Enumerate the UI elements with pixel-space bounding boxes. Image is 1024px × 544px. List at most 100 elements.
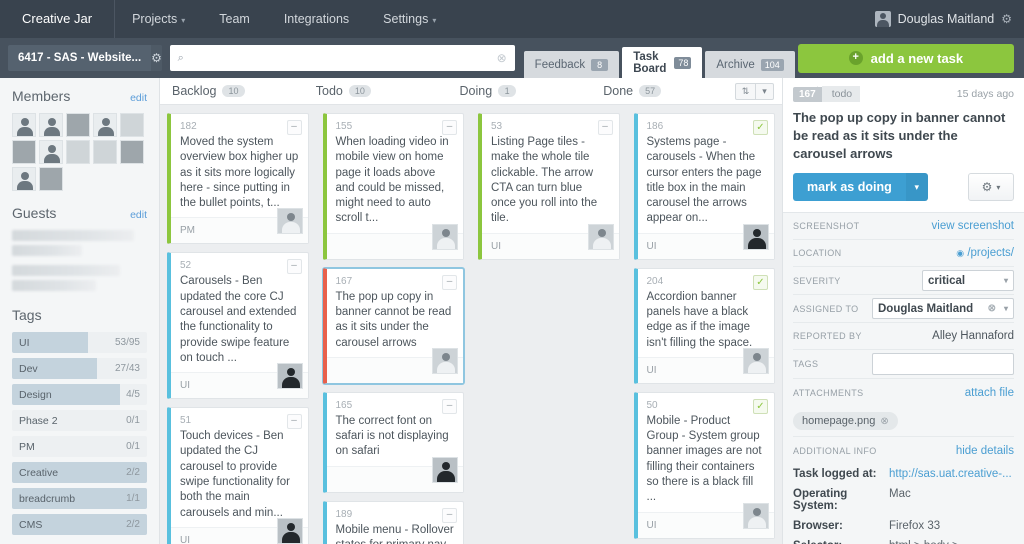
minimize-card-icon[interactable]: – <box>442 120 457 135</box>
tag-row[interactable]: Creative2/2 <box>12 462 147 483</box>
task-complete-check-icon[interactable]: ✓ <box>753 275 768 290</box>
column-doing[interactable]: 53Listing Page tiles - make the whole ti… <box>471 105 627 544</box>
gear-icon[interactable]: ⚙ <box>1001 0 1012 38</box>
member-avatar-grid <box>12 113 147 191</box>
task-complete-check-icon[interactable]: ✓ <box>753 399 768 414</box>
tab-feedback[interactable]: Feedback 8 <box>524 51 620 78</box>
project-selector[interactable]: 6417 - SAS - Website... ⚙ <box>8 45 162 71</box>
view-screenshot-link[interactable]: view screenshot <box>932 220 1014 232</box>
member-avatar[interactable] <box>39 113 63 137</box>
minimize-card-icon[interactable]: – <box>442 508 457 523</box>
task-card[interactable]: 182Moved the system overview box higher … <box>167 113 309 244</box>
guests-edit-link[interactable]: edit <box>130 209 147 221</box>
column-todo[interactable]: 155When loading video in mobile view on … <box>316 105 472 544</box>
nav-item-settings[interactable]: Settings▾ <box>366 0 453 38</box>
tag-row[interactable]: PM0/1 <box>12 436 147 457</box>
task-card[interactable]: 50Mobile - Product Group - System group … <box>634 392 776 539</box>
minimize-card-icon[interactable]: – <box>287 259 302 274</box>
sort-control[interactable]: ⇅ ▾ <box>735 83 774 100</box>
column-backlog[interactable]: 182Moved the system overview box higher … <box>160 105 316 544</box>
add-new-task-button[interactable]: + add a new task <box>798 44 1014 73</box>
task-card[interactable]: 51Touch devices - Ben updated the CJ car… <box>167 407 309 544</box>
guest-list-item[interactable] <box>12 230 147 256</box>
task-card-assignee-avatar[interactable] <box>743 503 769 529</box>
location-value-link[interactable]: ◉ /projects/ <box>956 247 1014 259</box>
clear-assignee-icon[interactable]: ⊗ <box>988 303 996 314</box>
severity-select[interactable]: critical ▾ <box>922 270 1014 291</box>
task-card[interactable]: 52Carousels - Ben updated the core CJ ca… <box>167 252 309 399</box>
task-complete-check-icon[interactable]: ✓ <box>753 120 768 135</box>
task-card-assignee-avatar[interactable] <box>432 457 458 483</box>
task-card-assignee-avatar[interactable] <box>432 348 458 374</box>
additional-info-value[interactable]: http://sas.uat.creative-... <box>889 468 1014 480</box>
mark-as-doing-button[interactable]: mark as doing <box>793 173 906 201</box>
brand-logo[interactable]: Creative Jar <box>0 0 115 38</box>
member-avatar[interactable] <box>39 167 63 191</box>
task-card-assignee-avatar[interactable] <box>743 348 769 374</box>
sort-dropdown-caret-icon[interactable]: ▾ <box>756 83 774 100</box>
sort-order-icon[interactable]: ⇅ <box>735 83 756 100</box>
tab-archive[interactable]: Archive 104 <box>705 51 794 78</box>
nav-item-team[interactable]: Team <box>202 0 267 38</box>
tags-input[interactable] <box>872 353 1014 375</box>
task-card-assignee-avatar[interactable] <box>277 518 303 544</box>
task-card[interactable]: 167The pop up copy in banner cannot be r… <box>323 268 465 384</box>
tag-row[interactable]: Dev27/43 <box>12 358 147 379</box>
minimize-card-icon[interactable]: – <box>442 399 457 414</box>
member-avatar[interactable] <box>12 113 36 137</box>
attachment-chip[interactable]: homepage.png ⊗ <box>793 412 898 430</box>
member-avatar[interactable] <box>66 113 90 137</box>
tag-row[interactable]: Design4/5 <box>12 384 147 405</box>
member-avatar[interactable] <box>120 113 144 137</box>
search-input[interactable] <box>184 51 497 65</box>
minimize-card-icon[interactable]: – <box>287 414 302 429</box>
task-card-assignee-avatar[interactable] <box>588 224 614 250</box>
task-card[interactable]: 189Mobile menu - Rollover states for pri… <box>323 501 465 544</box>
task-card[interactable]: 53Listing Page tiles - make the whole ti… <box>478 113 620 260</box>
guest-list-item[interactable] <box>12 265 147 291</box>
nav-item-integrations[interactable]: Integrations <box>267 0 366 38</box>
task-card[interactable]: 186Systems page - carousels - When the c… <box>634 113 776 260</box>
mark-as-doing-dropdown-caret-icon[interactable]: ▾ <box>906 173 928 201</box>
minimize-card-icon[interactable]: – <box>442 275 457 290</box>
hide-details-link[interactable]: hide details <box>956 445 1014 457</box>
nav-item-projects[interactable]: Projects▾ <box>115 0 202 38</box>
task-board: Backlog 10 Todo 10 Doing 1 Done 57 ⇅ ▾ 1… <box>160 78 782 544</box>
member-avatar[interactable] <box>93 113 117 137</box>
tag-row[interactable]: breadcrumb1/1 <box>12 488 147 509</box>
member-avatar[interactable] <box>66 140 90 164</box>
user-menu[interactable]: Douglas Maitland ⚙ <box>875 0 1012 38</box>
remove-attachment-icon[interactable]: ⊗ <box>880 416 888 427</box>
project-settings-gear-icon[interactable]: ⚙ <box>151 45 162 71</box>
column-done[interactable]: 186Systems page - carousels - When the c… <box>627 105 783 544</box>
attach-file-link[interactable]: attach file <box>965 387 1014 399</box>
minimize-card-icon[interactable]: – <box>598 120 613 135</box>
tab-feedback-label: Feedback <box>535 59 586 71</box>
task-card[interactable]: 204Accordion banner panels have a black … <box>634 268 776 384</box>
members-edit-link[interactable]: edit <box>130 92 147 104</box>
task-card-assignee-avatar[interactable] <box>743 224 769 250</box>
clear-search-icon[interactable]: ⊗ <box>497 51 507 65</box>
search-bar[interactable]: ⌕ ⊗ <box>170 45 515 71</box>
member-avatar[interactable] <box>93 140 117 164</box>
tab-task-board[interactable]: Task Board 78 <box>622 47 702 78</box>
tag-count: 0/1 <box>126 441 140 452</box>
task-settings-button[interactable]: ⚙ ▾ <box>968 173 1014 201</box>
task-card-assignee-avatar[interactable] <box>277 363 303 389</box>
member-avatar[interactable] <box>120 140 144 164</box>
member-avatar[interactable] <box>39 140 63 164</box>
tag-row[interactable]: CMS2/2 <box>12 514 147 535</box>
assigned-to-select[interactable]: Douglas Maitland ⊗ ▾ <box>872 298 1014 319</box>
task-card-assignee-avatar[interactable] <box>277 208 303 234</box>
member-avatar[interactable] <box>12 167 36 191</box>
minimize-card-icon[interactable]: – <box>287 120 302 135</box>
member-avatar[interactable] <box>12 140 36 164</box>
tag-row[interactable]: UI53/95 <box>12 332 147 353</box>
task-card[interactable]: 155When loading video in mobile view on … <box>323 113 465 260</box>
task-card-text: Listing Page tiles - make the whole tile… <box>491 135 610 227</box>
task-card[interactable]: 165The correct font on safari is not dis… <box>323 392 465 493</box>
task-card-assignee-avatar[interactable] <box>432 224 458 250</box>
guest-detail-redacted <box>12 245 82 256</box>
tag-row[interactable]: Phase 20/1 <box>12 410 147 431</box>
board-tabs: Feedback 8 Task Board 78 Archive 104 <box>524 38 798 78</box>
